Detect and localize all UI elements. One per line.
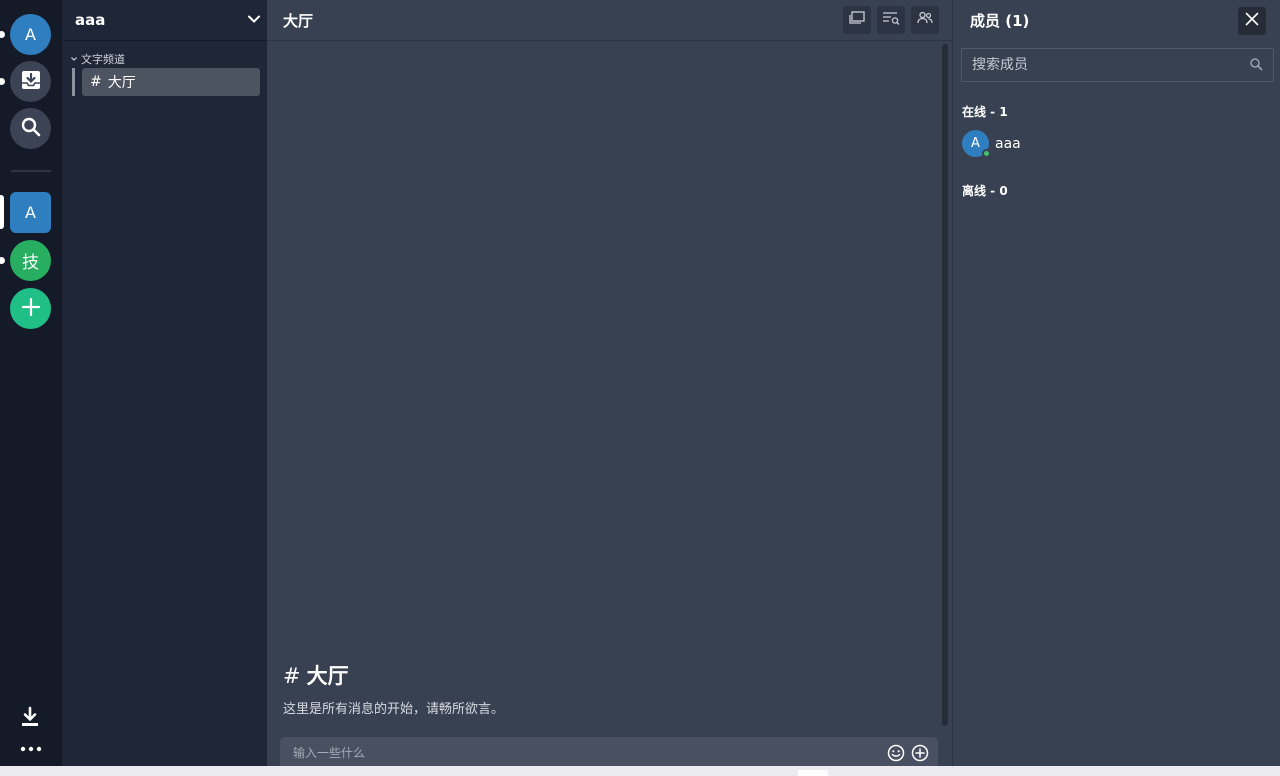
chevron-down-icon	[70, 53, 78, 66]
emoji-icon[interactable]	[886, 743, 906, 763]
server-tech-button[interactable]: 技	[10, 240, 51, 281]
plus-icon	[21, 297, 41, 321]
category-label: 文字频道	[81, 53, 125, 66]
online-status-dot	[982, 149, 991, 158]
channel-label: 大厅	[107, 75, 136, 91]
unread-indicator	[0, 31, 5, 38]
message-composer	[280, 737, 938, 768]
server-a-button[interactable]: A	[10, 192, 51, 233]
taskbar-tab	[798, 770, 828, 776]
chevron-down-icon[interactable]	[247, 11, 261, 30]
more-options-button[interactable]	[20, 741, 42, 761]
welcome-subtitle: 这里是所有消息的开始，请畅所欲言。	[283, 702, 505, 717]
server-header[interactable]: aaa	[62, 0, 267, 41]
server-tech-letter: 技	[22, 253, 39, 273]
hash-icon: #	[283, 664, 301, 688]
channel-category[interactable]: 文字频道	[70, 51, 125, 67]
online-section-label: 在线 - 1	[962, 105, 1008, 119]
window-icon	[848, 10, 866, 30]
member-item[interactable]: A aaa	[962, 130, 1021, 158]
welcome-channel-name: 大厅	[306, 664, 349, 688]
chat-header: 大厅	[267, 0, 952, 41]
offline-section-label: 离线 - 0	[962, 184, 1008, 198]
inbox-button[interactable]	[10, 61, 51, 102]
add-circle-icon[interactable]	[910, 743, 930, 763]
download-icon	[19, 706, 41, 732]
download-app-button[interactable]	[19, 706, 41, 732]
toggle-members-button[interactable]	[911, 6, 939, 34]
search-messages-button[interactable]	[877, 6, 905, 34]
popout-button[interactable]	[843, 6, 871, 34]
search-icon	[20, 116, 42, 142]
active-channel-indicator	[72, 68, 75, 96]
unread-indicator	[0, 78, 5, 85]
member-search	[961, 48, 1274, 82]
header-actions	[843, 6, 939, 34]
member-name: aaa	[995, 135, 1021, 152]
server-name: aaa	[75, 11, 106, 29]
hash-icon: #	[90, 74, 102, 90]
message-scrollbar[interactable]	[942, 44, 948, 726]
channel-sidebar: aaa 文字频道 # 大厅	[62, 0, 267, 766]
members-panel: 成员 (1) 在线 - 1 A aaa 离线 - 0	[952, 0, 1280, 766]
members-header: 成员 (1)	[953, 0, 1280, 41]
message-input[interactable]	[293, 745, 882, 760]
close-members-button[interactable]	[1238, 6, 1266, 35]
add-server-button[interactable]	[10, 288, 51, 329]
members-icon	[916, 10, 934, 30]
search-list-icon	[882, 10, 900, 30]
search-icon	[1249, 56, 1263, 75]
rail-divider	[11, 170, 51, 172]
inbox-icon	[20, 69, 42, 95]
channel-item-lobby[interactable]: # 大厅	[82, 68, 260, 96]
search-button[interactable]	[10, 108, 51, 149]
server-a-letter: A	[25, 203, 36, 222]
server-rail: A A 技	[0, 0, 62, 766]
active-server-indicator	[0, 195, 4, 229]
taskbar-strip	[0, 766, 1280, 776]
avatar: A	[962, 130, 991, 158]
members-title: 成员 (1)	[970, 12, 1030, 30]
home-avatar-button[interactable]: A	[10, 14, 51, 55]
avatar-letter: A	[971, 136, 980, 151]
welcome-title: # 大厅	[283, 660, 504, 690]
member-search-input[interactable]	[972, 57, 1249, 73]
more-icon	[20, 742, 42, 761]
chat-main: 大厅 # 大厅 这里是所有消息的开始，请畅所欲言。 输入一些什么	[267, 0, 952, 768]
channel-welcome: # 大厅 这里是所有消息的开始，请畅所欲言。	[283, 660, 504, 717]
close-icon	[1245, 11, 1259, 30]
home-avatar-letter: A	[25, 25, 36, 44]
unread-indicator	[0, 257, 5, 264]
channel-title: 大厅	[283, 11, 314, 30]
